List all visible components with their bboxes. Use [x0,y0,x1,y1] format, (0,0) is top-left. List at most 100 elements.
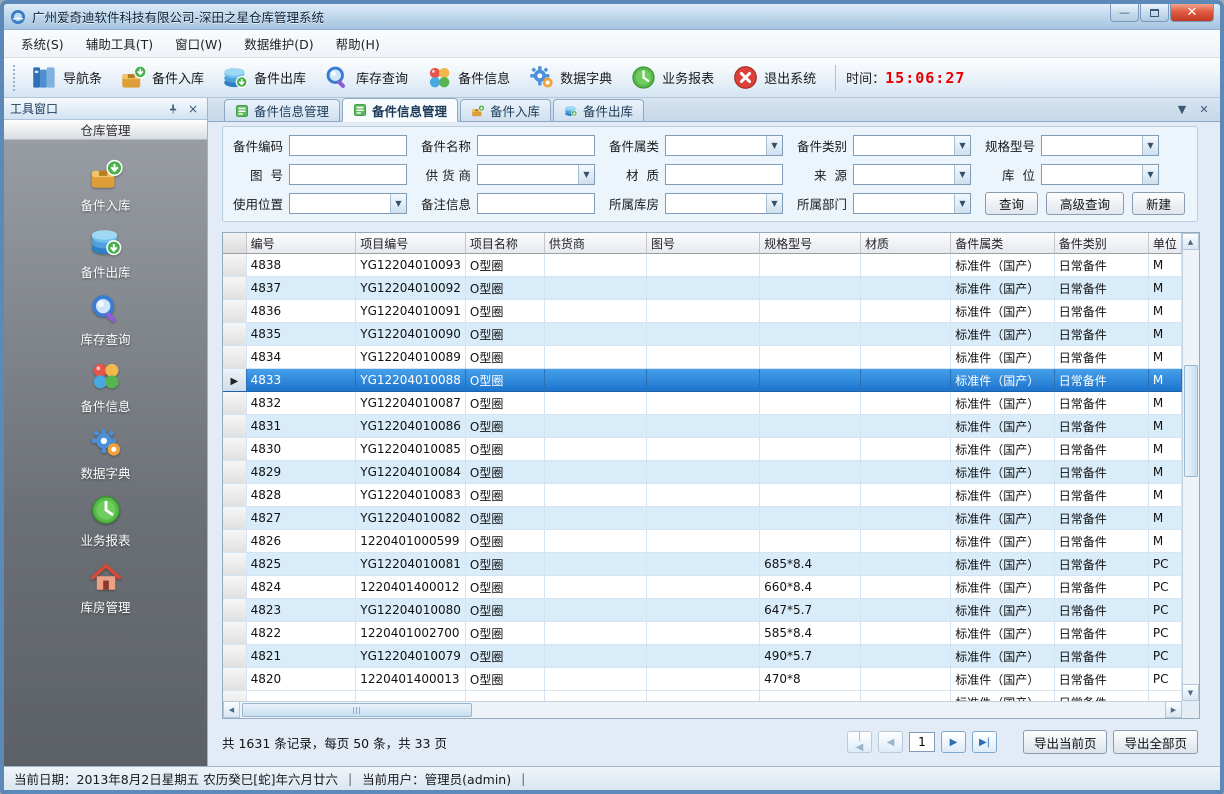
pin-icon[interactable] [165,101,181,117]
horizontal-scroll-thumb[interactable] [242,703,472,717]
warehouse-combo[interactable]: ▼ [665,193,783,214]
grid-column-header[interactable]: 规格型号 [760,233,861,254]
row-header-cell[interactable] [223,300,247,323]
row-header-cell[interactable] [223,461,247,484]
chevron-down-icon[interactable]: ▼ [954,194,970,213]
close-icon[interactable]: × [185,101,201,117]
toolbar-data-dictionary-button[interactable]: 数据字典 [519,60,621,95]
row-header-cell[interactable] [223,415,247,438]
grid-column-header[interactable]: 供货商 [545,233,647,254]
tab-list-dropdown-icon[interactable]: ▼ [1174,101,1190,117]
toolbar-stock-query-button[interactable]: 库存查询 [315,60,417,95]
spare-name-input[interactable] [477,135,595,156]
row-header-cell[interactable] [223,530,247,553]
page-number-input[interactable] [909,732,935,752]
advanced-query-button[interactable]: 高级查询 [1046,192,1124,215]
next-page-button[interactable]: ▶ [941,731,966,753]
new-button[interactable]: 新建 [1132,192,1185,215]
table-row[interactable]: 4823YG12204010080O型圈647*5.7标准件（国产）日常备件PC [223,599,1182,622]
row-header-cell[interactable] [223,645,247,668]
menu-item-1[interactable]: 系统(S) [10,30,75,57]
grid-column-header[interactable]: 图号 [647,233,760,254]
sidebar-item-spare-inbound[interactable]: 备件入库 [31,154,181,218]
tab-spare-info-mgmt-1[interactable]: 备件信息管理 [224,99,340,121]
table-row[interactable]: 4832YG12204010087O型圈标准件（国产）日常备件M [223,392,1182,415]
sidebar-item-business-report[interactable]: 业务报表 [31,489,181,553]
table-row[interactable]: 48221220401002700O型圈585*8.4标准件（国产）日常备件PC [223,622,1182,645]
material-input[interactable] [665,164,783,185]
row-header-cell[interactable] [223,277,247,300]
row-header-cell[interactable] [223,254,247,277]
table-row[interactable]: 4838YG12204010093O型圈标准件（国产）日常备件M [223,254,1182,277]
table-row[interactable]: 48201220401400013O型圈470*8标准件（国产）日常备件PC [223,668,1182,691]
toolbar-spare-outbound-button[interactable]: 备件出库 [213,60,315,95]
row-header-cell[interactable]: ▶ [223,369,247,392]
title-bar[interactable]: 广州爱奇迪软件科技有限公司-深田之星仓库管理系统 — ✕ [4,4,1220,30]
menu-item-5[interactable]: 帮助(H) [325,30,391,57]
table-row[interactable]: 4821YG12204010079O型圈490*5.7标准件（国产）日常备件PC [223,645,1182,668]
table-row[interactable]: 48241220401400012O型圈660*8.4标准件（国产）日常备件PC [223,576,1182,599]
source-combo[interactable]: ▼ [853,164,971,185]
row-header-cell[interactable] [223,392,247,415]
tab-spare-info-mgmt-2[interactable]: 备件信息管理 [342,98,458,122]
tab-spare-inbound[interactable]: 备件入库 [460,99,551,121]
sidebar-item-data-dictionary[interactable]: 数据字典 [31,422,181,486]
first-page-button[interactable]: |◀ [847,731,872,753]
table-row[interactable]: 4828YG12204010083O型圈标准件（国产）日常备件M [223,484,1182,507]
table-row[interactable]: 48261220401000599O型圈标准件（国产）日常备件M [223,530,1182,553]
spare-code-input[interactable] [289,135,407,156]
query-button[interactable]: 查询 [985,192,1038,215]
row-header-cell[interactable] [223,553,247,576]
close-button[interactable]: ✕ [1170,4,1214,22]
toolbar-spare-inbound-button[interactable]: 备件入库 [111,60,213,95]
last-page-button[interactable]: ▶| [972,731,997,753]
chevron-down-icon[interactable]: ▼ [954,136,970,155]
row-header-cell[interactable] [223,576,247,599]
sidebar-item-spare-outbound[interactable]: 备件出库 [31,221,181,285]
tool-window-titlebar[interactable]: 工具窗口 × [4,98,207,120]
row-header-cell[interactable] [223,507,247,530]
maximize-button[interactable] [1140,4,1169,22]
table-row[interactable]: ▶4833YG12204010088O型圈标准件（国产）日常备件M [223,369,1182,392]
chevron-down-icon[interactable]: ▼ [954,165,970,184]
use-position-combo[interactable]: ▼ [289,193,407,214]
table-row[interactable]: 4825YG12204010081O型圈685*8.4标准件（国产）日常备件PC [223,553,1182,576]
table-row[interactable]: 4835YG12204010090O型圈标准件（国产）日常备件M [223,323,1182,346]
toolbar-exit-system-button[interactable]: 退出系统 [723,60,825,95]
grid-column-header[interactable]: 备件类别 [1055,233,1149,254]
scroll-up-icon[interactable]: ▲ [1182,233,1199,250]
table-row[interactable]: 4837YG12204010092O型圈标准件（国产）日常备件M [223,277,1182,300]
tab-spare-outbound[interactable]: 备件出库 [553,99,644,121]
menu-item-2[interactable]: 辅助工具(T) [75,30,164,57]
chevron-down-icon[interactable]: ▼ [766,194,782,213]
sidebar-item-warehouse-mgmt[interactable]: 库房管理 [31,556,181,620]
scroll-left-icon[interactable]: ◀ [223,701,240,718]
vertical-scrollbar[interactable]: ▲ ▼ [1182,233,1199,701]
chevron-down-icon[interactable]: ▼ [390,194,406,213]
vertical-scroll-thumb[interactable] [1184,365,1198,477]
grid-column-header[interactable]: 备件属类 [951,233,1054,254]
location-combo[interactable]: ▼ [1041,164,1159,185]
horizontal-scrollbar[interactable]: ◀ ▶ [223,701,1182,718]
chevron-down-icon[interactable]: ▼ [766,136,782,155]
export-all-pages-button[interactable]: 导出全部页 [1113,730,1198,754]
row-header-cell[interactable] [223,599,247,622]
grid-column-header[interactable]: 项目编号 [356,233,466,254]
row-header-cell[interactable] [223,622,247,645]
table-row[interactable]: 4831YG12204010086O型圈标准件（国产）日常备件M [223,415,1182,438]
minimize-button[interactable]: — [1110,4,1139,22]
toolbar-grip-handle[interactable] [11,65,16,91]
spare-category-combo[interactable]: ▼ [665,135,783,156]
row-header-cell[interactable] [223,484,247,507]
toolbar-business-report-button[interactable]: 业务报表 [621,60,723,95]
table-row[interactable]: 4836YG12204010091O型圈标准件（国产）日常备件M [223,300,1182,323]
table-row[interactable]: 4834YG12204010089O型圈标准件（国产）日常备件M [223,346,1182,369]
table-row[interactable]: 4827YG12204010082O型圈标准件（国产）日常备件M [223,507,1182,530]
grid-column-header[interactable]: 单位 [1149,233,1182,254]
row-header-cell[interactable] [223,323,247,346]
drawing-no-input[interactable] [289,164,407,185]
prev-page-button[interactable]: ◀ [878,731,903,753]
menu-item-3[interactable]: 窗口(W) [164,30,233,57]
menu-item-4[interactable]: 数据维护(D) [233,30,324,57]
chevron-down-icon[interactable]: ▼ [578,165,594,184]
